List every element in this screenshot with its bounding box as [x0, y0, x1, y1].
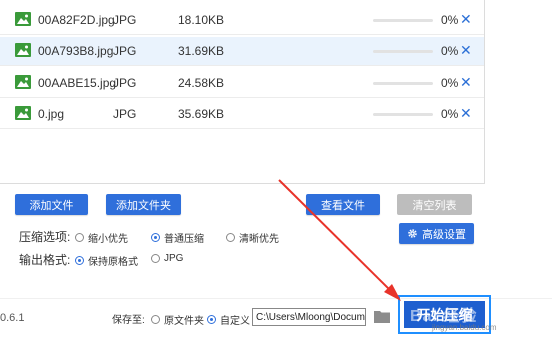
advanced-settings-label: 高级设置 — [422, 228, 466, 241]
image-file-icon — [15, 106, 31, 120]
file-size: 31.69KB — [178, 44, 225, 58]
delete-icon[interactable]: ✕ — [460, 74, 472, 91]
file-type: JPG — [113, 44, 137, 58]
save-option-custom[interactable]: 自定义 — [207, 312, 250, 327]
file-size: 35.69KB — [178, 107, 225, 121]
delete-icon[interactable]: ✕ — [460, 11, 472, 28]
clear-list-button[interactable]: 清空列表 — [397, 194, 472, 215]
version-text: 0.6.1 — [0, 312, 25, 324]
output-format-label: 输出格式: — [19, 253, 71, 267]
progress-bar — [373, 113, 433, 116]
radio-button[interactable] — [75, 233, 84, 242]
radio-button[interactable] — [151, 315, 160, 324]
progress-percent: 0% — [441, 44, 459, 58]
gear-icon — [408, 229, 417, 238]
file-type: JPG — [113, 76, 137, 90]
file-size: 24.58KB — [178, 76, 225, 90]
progress-percent: 0% — [441, 107, 459, 121]
file-size: 18.10KB — [178, 13, 225, 27]
file-row[interactable]: 00AABE15.jpg JPG 24.58KB 0% ✕ — [0, 69, 484, 98]
view-file-button[interactable]: 查看文件 — [306, 194, 380, 215]
file-type: JPG — [113, 13, 137, 27]
radio-button[interactable] — [151, 254, 160, 263]
image-file-icon — [15, 43, 31, 57]
compression-label: 压缩选项: — [19, 230, 71, 244]
file-name: 00AABE15.jpg — [38, 76, 117, 90]
folder-icon[interactable] — [374, 309, 390, 323]
delete-icon[interactable]: ✕ — [460, 105, 472, 122]
save-path-field[interactable]: C:\Users\Mloong\Documents — [252, 308, 366, 326]
progress-bar — [373, 50, 433, 53]
progress-bar — [373, 19, 433, 22]
file-name: 00A82F2D.jpg — [38, 13, 115, 27]
image-file-icon — [15, 12, 31, 26]
option-label: 原文件夹 — [164, 316, 204, 327]
compression-option-normal[interactable]: 普通压缩 — [151, 230, 204, 245]
add-folder-button[interactable]: 添加文件夹 — [106, 194, 181, 215]
compression-option-small[interactable]: 缩小优先 — [75, 230, 128, 245]
file-type: JPG — [113, 107, 137, 121]
radio-button[interactable] — [151, 233, 160, 242]
progress-percent: 0% — [441, 76, 459, 90]
start-highlight-box: 开始压缩 — [398, 295, 491, 334]
file-name: 0.jpg — [38, 107, 65, 121]
progress-percent: 0% — [441, 13, 459, 27]
file-list: 00A82F2D.jpg JPG 18.10KB 0% ✕ 00A793B8.j… — [0, 0, 485, 184]
radio-button[interactable] — [75, 256, 84, 265]
radio-button[interactable] — [226, 233, 235, 242]
option-label: 清晰优先 — [239, 234, 279, 245]
format-option-jpg[interactable]: JPG — [151, 253, 183, 264]
progress-bar — [373, 82, 433, 85]
start-compress-button[interactable]: 开始压缩 — [404, 301, 485, 328]
option-label: 缩小优先 — [88, 234, 128, 245]
file-row[interactable]: 0.jpg JPG 35.69KB 0% ✕ — [0, 100, 484, 129]
option-label: 保持原格式 — [88, 257, 138, 268]
radio-button[interactable] — [207, 315, 216, 324]
option-label: 普通压缩 — [164, 234, 204, 245]
option-label: JPG — [164, 253, 184, 264]
advanced-settings-button[interactable]: 高级设置 — [399, 223, 474, 244]
format-option-keep[interactable]: 保持原格式 — [75, 253, 138, 268]
file-row[interactable]: 00A82F2D.jpg JPG 18.10KB 0% ✕ — [0, 6, 484, 35]
option-label: 自定义 — [220, 316, 250, 327]
save-to-label: 保存至: — [112, 315, 145, 326]
save-option-original[interactable]: 原文件夹 — [151, 312, 204, 327]
file-row[interactable]: 00A793B8.jpg JPG 31.69KB 0% ✕ — [0, 37, 484, 66]
compression-option-clear[interactable]: 清晰优先 — [226, 230, 279, 245]
file-name: 00A793B8.jpg — [38, 44, 114, 58]
image-file-icon — [15, 75, 31, 89]
add-file-button[interactable]: 添加文件 — [15, 194, 88, 215]
delete-icon[interactable]: ✕ — [460, 42, 472, 59]
